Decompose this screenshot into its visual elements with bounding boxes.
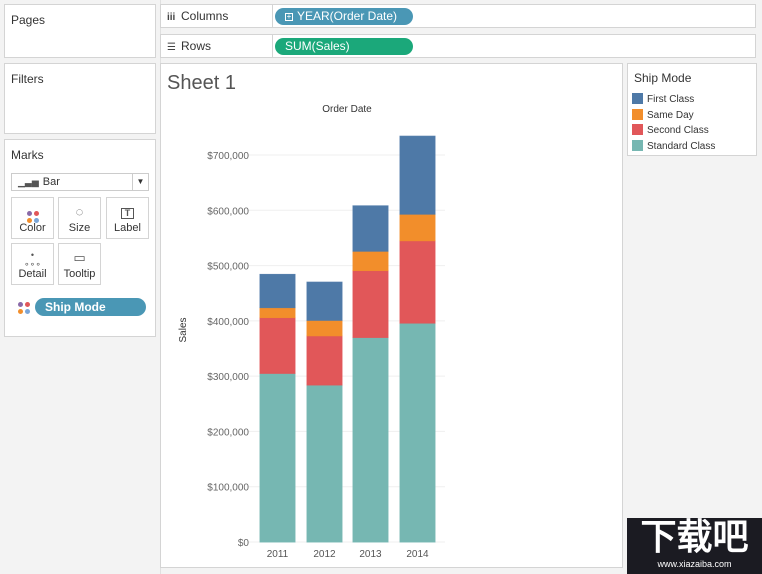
legend-swatch — [632, 124, 643, 135]
y-tick-label: $300,000 — [207, 372, 249, 383]
sheet-view: Sheet 1 Order Date Sales $0 $100,000 $200,00… — [160, 63, 623, 568]
marks-title: Marks — [11, 148, 44, 162]
color-dots-icon — [12, 202, 53, 223]
chevron-down-icon[interactable]: ▼ — [132, 174, 148, 190]
y-tick-label: $600,000 — [207, 206, 249, 217]
y-axis-label: Sales — [178, 317, 189, 342]
bar-segment-same-day — [259, 307, 296, 319]
legend-item-same-day[interactable]: Same Day — [632, 109, 694, 122]
tooltip-label: Tooltip — [63, 268, 96, 280]
watermark-text: 下载吧 — [640, 517, 749, 558]
x-tick-label: 2012 — [313, 549, 336, 560]
legend-swatch — [632, 140, 643, 151]
columns-icon: iii — [167, 12, 176, 23]
legend-item-second-class[interactable]: Second Class — [632, 124, 709, 137]
columns-pill-label: YEAR(Order Date) — [297, 9, 398, 23]
label-button[interactable]: T Label — [106, 197, 149, 239]
bar-segment-second-class — [352, 270, 389, 338]
year-order-date-pill[interactable]: + YEAR(Order Date) — [275, 8, 413, 25]
bar-segment-standard-class — [352, 336, 389, 543]
watermark-url: www.xiazaiba.com — [657, 559, 732, 569]
bar-segment-first-class — [259, 273, 296, 309]
columns-shelf[interactable]: iii Columns + YEAR(Order Date) — [160, 4, 756, 28]
ship-mode-legend: Ship Mode First Class Same Day Second Cl… — [627, 63, 757, 156]
sum-sales-pill[interactable]: SUM(Sales) — [275, 38, 413, 55]
bar-segment-first-class — [399, 135, 436, 215]
bar-chart-icon: ▁▃▅ — [18, 177, 39, 187]
legend-label: Same Day — [647, 110, 694, 121]
marks-card: Marks ▁▃▅ Bar ▼ Color ◌ Size T Label • ∘∘∘… — [4, 139, 156, 337]
legend-label: Second Class — [647, 125, 709, 136]
y-tick-label: $700,000 — [207, 151, 249, 162]
bar-segment-same-day — [399, 213, 436, 242]
columns-label: Columns — [181, 9, 229, 23]
bar-segment-standard-class — [259, 372, 296, 543]
tooltip-button[interactable]: ▭ Tooltip — [58, 243, 101, 285]
filters-title: Filters — [11, 72, 44, 86]
bar-segment-second-class — [259, 317, 296, 374]
x-tick-label: 2013 — [359, 549, 382, 560]
chart-title: Order Date — [322, 104, 372, 115]
stacked-bar-chart: Order Date Sales $0 $100,000 $200,000 $300,00… — [178, 104, 445, 560]
bar-segment-first-class — [306, 281, 343, 321]
tooltip-bubble-icon: ▭ — [73, 250, 86, 265]
mark-type-value: Bar — [42, 176, 60, 188]
detail-button[interactable]: • ∘∘∘ Detail — [11, 243, 54, 285]
y-tick-label: $400,000 — [207, 317, 249, 328]
rows-pill-label: SUM(Sales) — [285, 39, 350, 53]
bar-segment-first-class — [352, 205, 389, 252]
color-label: Color — [19, 222, 46, 234]
bar-segment-second-class — [399, 240, 436, 324]
x-tick-label: 2014 — [406, 549, 429, 560]
detail-label: Detail — [18, 268, 47, 280]
legend-title: Ship Mode — [634, 71, 692, 85]
mark-type-dropdown[interactable]: ▁▃▅ Bar ▼ — [11, 173, 149, 191]
bar-segment-same-day — [306, 319, 343, 337]
label-text-icon: T — [107, 202, 148, 222]
size-button[interactable]: ◌ Size — [58, 197, 101, 239]
size-label: Size — [68, 222, 91, 234]
bar-segment-standard-class — [306, 384, 343, 543]
pages-title: Pages — [11, 13, 46, 27]
rows-label: Rows — [181, 39, 212, 53]
legend-item-standard-class[interactable]: Standard Class — [632, 140, 715, 153]
y-tick-label: $0 — [238, 538, 250, 549]
rows-shelf[interactable]: ☰ Rows SUM(Sales) — [160, 34, 756, 58]
color-dots-icon — [18, 302, 30, 314]
bar-segment-same-day — [352, 250, 389, 272]
pages-card[interactable]: Pages — [4, 4, 156, 58]
legend-item-first-class[interactable]: First Class — [632, 93, 694, 106]
legend-swatch — [632, 93, 643, 104]
y-tick-label: $500,000 — [207, 262, 249, 273]
rows-icon: ☰ — [167, 42, 176, 53]
bar-segment-second-class — [306, 335, 343, 386]
filters-card[interactable]: Filters — [4, 63, 156, 134]
size-circles-icon: ◌ — [75, 204, 84, 219]
watermark-logo: 下载吧 www.xiazaiba.com — [627, 518, 762, 574]
color-button[interactable]: Color — [11, 197, 54, 239]
y-tick-label: $200,000 — [207, 427, 249, 438]
detail-dots-icon: • ∘∘∘ — [24, 250, 41, 269]
ship-mode-pill[interactable]: Ship Mode — [35, 298, 146, 316]
expand-plus-icon[interactable]: + — [285, 13, 293, 21]
legend-label: Standard Class — [647, 141, 716, 152]
columns-shelf-label: iii Columns — [161, 5, 273, 27]
y-tick-label: $100,000 — [207, 483, 249, 494]
legend-swatch — [632, 109, 643, 120]
label-label: Label — [114, 222, 141, 234]
bar-segment-standard-class — [399, 322, 436, 543]
legend-label: First Class — [647, 94, 695, 105]
rows-shelf-label: ☰ Rows — [161, 35, 273, 57]
x-tick-label: 2011 — [267, 549, 289, 560]
